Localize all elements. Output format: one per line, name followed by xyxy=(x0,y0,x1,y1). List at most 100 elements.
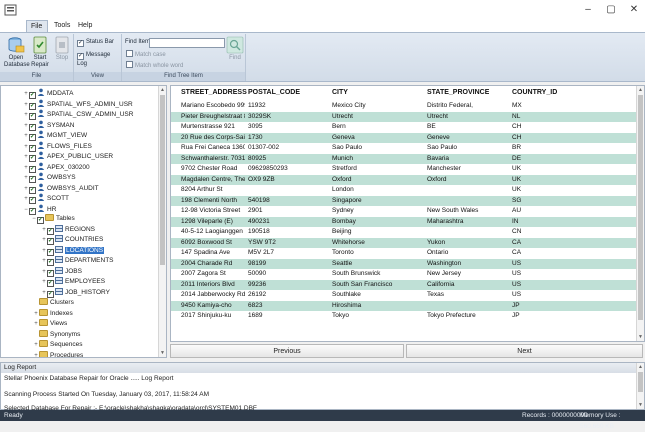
grid-scroll-down-icon[interactable]: ▼ xyxy=(637,333,644,341)
tree-node[interactable]: Clusters xyxy=(33,298,74,308)
tree-node[interactable]: + ✓ LOCATIONS xyxy=(41,245,105,256)
table-row[interactable]: Rua Frei Caneca 1360 01307-002 Sao Paulo Sa… xyxy=(171,143,636,154)
log-scrollbar[interactable]: ▲ ▼ xyxy=(636,363,644,409)
node-checkbox[interactable]: ✓ xyxy=(47,259,54,266)
table-row[interactable]: 147 Spadina Ave M5V 2L7 Toronto Ontario CA xyxy=(171,248,636,259)
tree-node[interactable]: Synonyms xyxy=(33,329,80,340)
table-row[interactable]: 2007 Zagora St 50090 South Brunswick New Je… xyxy=(171,269,636,280)
table-row[interactable]: 2011 Interiors Blvd 99236 South San Franci… xyxy=(171,279,636,290)
previous-button[interactable]: Previous xyxy=(170,344,404,358)
node-checkbox[interactable]: ✓ xyxy=(47,269,54,277)
node-checkbox[interactable]: ✓ xyxy=(47,280,54,287)
node-checkbox[interactable]: ✓ xyxy=(47,290,54,298)
table-row[interactable]: Magdalen Centre, The ...OX9 9ZB Oxford Oxf… xyxy=(171,174,636,185)
table-cell: MX xyxy=(512,102,522,109)
table-row[interactable]: Murtenstrasse 921 3095 Bern BE CH xyxy=(171,122,636,133)
tree-node[interactable]: + ✓ REGIONS xyxy=(41,224,95,235)
grid-scrollbar[interactable]: ▲ ▼ xyxy=(636,86,644,341)
tree-node[interactable]: − ✓ HR xyxy=(23,204,56,215)
log-scroll-up-icon[interactable]: ▲ xyxy=(637,363,644,371)
table-row[interactable]: 2004 Charade Rd 98199 Seattle Washington US xyxy=(171,258,636,269)
table-row[interactable]: Pieter Breughelstraat 8373029SK Utrecht Ut… xyxy=(171,111,636,122)
table-row[interactable]: 2014 Jabberwocky Rd 26192 Southlake Texas US xyxy=(171,290,636,301)
tree-node[interactable]: + ✓ COUNTRIES xyxy=(41,235,103,245)
scroll-down-icon[interactable]: ▼ xyxy=(159,349,166,357)
tree-node[interactable]: + Sequences xyxy=(33,340,83,350)
table-row[interactable]: 1298 Vileparle (E) 490231 Bombay Maharashtr… xyxy=(171,216,636,227)
minimize-button[interactable]: – xyxy=(580,3,596,16)
tree-node[interactable]: + ✓ SPATIAL_WFS_ADMIN_USR xyxy=(23,99,133,110)
tree-node[interactable]: + ✓ SPATIAL_CSW_ADMIN_USR xyxy=(23,109,133,120)
status-ready: Ready xyxy=(4,412,23,419)
node-checkbox[interactable]: ✓ xyxy=(47,238,54,245)
tree-scroll-thumb[interactable] xyxy=(160,95,165,265)
table-row[interactable]: 6092 Boxwood St YSW 9T2 Whitehorse Yukon CA xyxy=(171,237,636,248)
match-whole-word-checkbox[interactable]: Match whole word xyxy=(126,61,183,71)
maximize-button[interactable]: ▢ xyxy=(603,3,619,16)
stop-button[interactable]: Stop xyxy=(50,36,74,62)
table-row[interactable]: 40-5-12 Laogianggen 190518 Beijing CN xyxy=(171,227,636,238)
table-row[interactable]: 8204 Arthur St London UK xyxy=(171,185,636,196)
table-row[interactable]: Mariano Escobedo 9991 11932 Mexico City Dis… xyxy=(171,101,636,112)
table-row[interactable]: Schwanthalerstr. 7031 80925 Munich Bavaria D… xyxy=(171,153,636,164)
node-checkbox[interactable]: ✓ xyxy=(47,227,54,235)
tree-node[interactable]: + Indexes xyxy=(33,308,73,319)
user-icon xyxy=(37,172,45,180)
tree-node[interactable]: + ✓ MDDATA xyxy=(23,88,73,99)
open-database-button[interactable]: Open Database xyxy=(4,36,30,69)
column-header-city[interactable]: CITY xyxy=(332,86,348,100)
log-scroll-down-icon[interactable]: ▼ xyxy=(637,401,644,409)
log-scroll-thumb[interactable] xyxy=(638,372,643,392)
grid-scroll-up-icon[interactable]: ▲ xyxy=(637,86,644,94)
start-repair-button[interactable]: Start Repair xyxy=(28,36,52,69)
tree-node[interactable]: + ✓ APEX_PUBLIC_USER xyxy=(23,151,114,162)
match-case-checkbox[interactable]: Match case xyxy=(126,50,166,60)
tree-node[interactable]: − ✓ Tables xyxy=(31,214,75,224)
table-cell: Oxford xyxy=(332,175,352,183)
message-log-checkbox[interactable]: ✓ Message Log xyxy=(77,51,121,69)
table-row[interactable]: 20 Rue des Corps-Saints1730 Geneva Geneve C… xyxy=(171,132,636,143)
column-header-country-id[interactable]: COUNTRY_ID xyxy=(512,86,557,100)
table-cell: Geneva xyxy=(332,133,355,141)
tree-node[interactable]: + ✓ OWBSYS xyxy=(23,172,76,183)
close-button[interactable]: ✕ xyxy=(626,3,642,16)
tab-help[interactable]: Help xyxy=(74,20,96,32)
table-row[interactable]: 9450 Kamiya-cho 6823 Hiroshima JP xyxy=(171,300,636,311)
tree-node[interactable]: + Views xyxy=(33,319,67,329)
tree-node[interactable]: + ✓ SYSMAN xyxy=(23,120,74,131)
tree-node-label: Clusters xyxy=(50,299,74,306)
tree-node[interactable]: + ✓ MGMT_VIEW xyxy=(23,130,87,141)
table-cell: Mexico City xyxy=(332,102,366,109)
next-button[interactable]: Next xyxy=(406,344,643,358)
tree-node[interactable]: + ✓ EMPLOYEES xyxy=(41,277,105,287)
scroll-up-icon[interactable]: ▲ xyxy=(159,86,166,94)
find-item-input[interactable] xyxy=(149,38,225,48)
tab-file[interactable]: File xyxy=(26,20,48,32)
grid-scroll-thumb[interactable] xyxy=(638,95,643,320)
table-cell: DE xyxy=(512,154,522,162)
find-button[interactable]: Find xyxy=(223,36,247,62)
table-row[interactable]: 12-98 Victoria Street 2901 Sydney New South… xyxy=(171,206,636,217)
tree-node[interactable]: + ✓ JOB_HISTORY xyxy=(41,287,110,298)
table-row[interactable]: 9702 Chester Road 09629850293 Stretford Man… xyxy=(171,164,636,175)
tab-tools[interactable]: Tools xyxy=(50,20,74,32)
column-header-street-address[interactable]: STREET_ADDRESS xyxy=(181,86,247,100)
tree-node-label: APEX_PUBLIC_USER xyxy=(47,153,114,160)
tree-node[interactable]: + ✓ SCOTT xyxy=(23,193,69,204)
tree-node[interactable]: + ✓ FLOWS_FILES xyxy=(23,141,92,152)
table-row[interactable]: 2017 Shinjuku-ku 1689 Tokyo Tokyo Prefectur… xyxy=(171,311,636,322)
status-bar-checkbox[interactable]: ✓ Status Bar xyxy=(77,38,114,47)
node-checkbox[interactable]: ✓ xyxy=(47,248,54,256)
tree-node[interactable]: + ✓ OWBSYS_AUDIT xyxy=(23,183,99,194)
column-header-state-province[interactable]: STATE_PROVINCE xyxy=(427,86,489,100)
tree-node[interactable]: + ✓ APEX_030200 xyxy=(23,162,90,173)
table-cell: South San Francisco xyxy=(332,280,393,288)
table-row[interactable]: 198 Clementi North 540198 Singapore SG xyxy=(171,195,636,206)
tree-node[interactable]: + ✓ DEPARTMENTS xyxy=(41,256,114,266)
tree-node[interactable]: + Procedures xyxy=(33,350,83,357)
table-cell: Pieter Breughelstraat 837 xyxy=(181,112,245,120)
column-header-postal-code[interactable]: POSTAL_CODE xyxy=(248,86,300,100)
node-checkbox[interactable]: ✓ xyxy=(37,217,44,224)
tree-scrollbar[interactable]: ▲ ▼ xyxy=(158,86,166,357)
tree-node[interactable]: + ✓ JOBS xyxy=(41,266,82,277)
